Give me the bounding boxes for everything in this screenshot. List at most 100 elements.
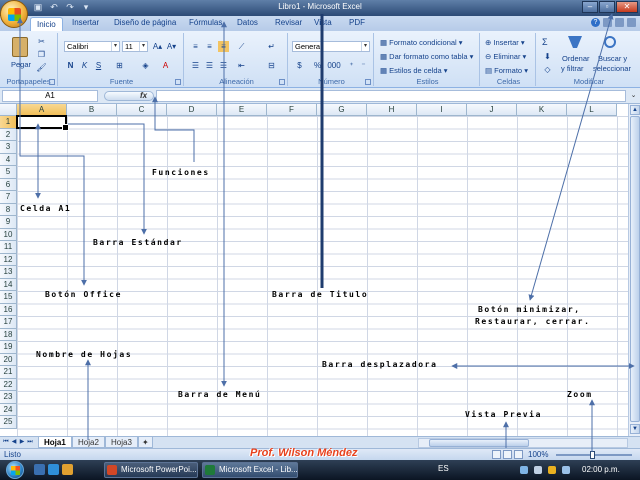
row-header-11[interactable]: 11 [0, 241, 17, 254]
column-header-c[interactable]: C [117, 104, 167, 116]
tab-diseno-pagina[interactable]: Diseño de página [114, 18, 176, 27]
merge-icon[interactable]: ⊟ [266, 60, 277, 71]
workbook-close-icon[interactable] [627, 18, 636, 27]
format-table-button[interactable]: ▦ Dar formato como tabla ▾ [380, 52, 473, 61]
column-header-h[interactable]: H [367, 104, 417, 116]
row-header-21[interactable]: 21 [0, 366, 17, 379]
column-header-l[interactable]: L [567, 104, 617, 116]
row-header-12[interactable]: 12 [0, 253, 17, 266]
fill-icon[interactable]: ⬇ [542, 51, 553, 62]
row-header-5[interactable]: 5 [0, 166, 17, 179]
row-header-8[interactable]: 8 [0, 203, 17, 216]
minimize-icon[interactable]: – [582, 1, 598, 13]
indent-icon[interactable]: ⇤ [236, 60, 247, 71]
align-right-icon[interactable]: ☰ [218, 60, 229, 71]
formula-input[interactable] [156, 90, 626, 102]
underline-button[interactable]: S [93, 60, 104, 71]
column-header-b[interactable]: B [67, 104, 117, 116]
tray-app-icon[interactable] [562, 466, 570, 474]
tab-datos[interactable]: Datos [237, 18, 258, 27]
first-sheet-icon[interactable]: ⏮ [2, 438, 10, 447]
orientation-icon[interactable]: ⟋ [236, 41, 247, 52]
find-label-2[interactable]: seleccionar [593, 64, 631, 73]
help-icon[interactable]: ? [591, 18, 600, 27]
launcher-icon[interactable] [49, 79, 55, 85]
fill-color-icon[interactable]: ◈ [140, 60, 151, 71]
row-header-2[interactable]: 2 [0, 128, 17, 141]
row-header-19[interactable]: 19 [0, 341, 17, 354]
sheet-tab-hoja3[interactable]: Hoja3 [105, 437, 138, 448]
launcher-icon[interactable] [175, 79, 181, 85]
format-painter-icon[interactable]: 🖌 [36, 62, 47, 73]
workbook-minimize-icon[interactable] [603, 18, 612, 27]
row-header-13[interactable]: 13 [0, 266, 17, 279]
normal-view-icon[interactable] [492, 450, 501, 459]
tab-pdf[interactable]: PDF [349, 18, 365, 27]
expand-formula-icon[interactable]: ⌄ [629, 91, 638, 101]
new-sheet-icon[interactable]: ✦ [138, 437, 153, 448]
font-size-select[interactable]: 11 ▾ [122, 41, 148, 52]
align-left-icon[interactable]: ☰ [190, 60, 201, 71]
cells-area[interactable] [17, 116, 628, 436]
clear-icon[interactable]: ◇ [542, 64, 553, 75]
tab-insertar[interactable]: Insertar [72, 18, 99, 27]
borders-icon[interactable]: ⊞ [114, 60, 125, 71]
office-button[interactable] [0, 0, 28, 28]
row-header-17[interactable]: 17 [0, 316, 17, 329]
number-format-select[interactable]: General ▾ [292, 41, 370, 52]
next-sheet-icon[interactable]: ▶ [18, 438, 26, 447]
column-header-g[interactable]: G [317, 104, 367, 116]
sort-label-1[interactable]: Ordenar [562, 54, 590, 63]
sort-filter-icon[interactable] [568, 36, 582, 50]
column-header-f[interactable]: F [267, 104, 317, 116]
conditional-format-button[interactable]: ▦ Formato condicional ▾ [380, 38, 463, 47]
bold-button[interactable]: N [65, 60, 76, 71]
zoom-slider-knob[interactable] [590, 451, 595, 459]
horizontal-scroll-thumb[interactable] [429, 439, 529, 447]
row-header-25[interactable]: 25 [0, 416, 17, 429]
active-cell-a1[interactable] [16, 115, 69, 131]
font-family-select[interactable]: Calibri ▾ [64, 41, 120, 52]
autosum-button[interactable]: Σ [542, 37, 548, 47]
thousands-button[interactable]: 000 [326, 60, 342, 71]
show-desktop-icon[interactable] [34, 464, 45, 475]
horizontal-scrollbar[interactable] [418, 438, 628, 448]
italic-button[interactable]: K [79, 60, 90, 71]
task-powerpoint[interactable]: Microsoft PowerPoi... [104, 462, 198, 478]
align-top-icon[interactable]: ≡ [190, 41, 201, 52]
wrap-text-icon[interactable]: ↵ [266, 41, 277, 52]
volume-icon[interactable] [534, 466, 542, 474]
column-header-i[interactable]: I [417, 104, 467, 116]
cut-icon[interactable]: ✂ [36, 36, 47, 47]
column-header-e[interactable]: E [217, 104, 267, 116]
page-layout-view-icon[interactable] [503, 450, 512, 459]
last-sheet-icon[interactable]: ⏭ [26, 438, 34, 447]
percent-button[interactable]: % [312, 60, 323, 71]
restore-icon[interactable]: ▫ [599, 1, 615, 13]
row-header-24[interactable]: 24 [0, 403, 17, 416]
row-header-1[interactable]: 1 [0, 116, 17, 129]
scroll-up-icon[interactable]: ▲ [630, 105, 640, 115]
find-label-1[interactable]: Buscar y [598, 54, 627, 63]
row-header-16[interactable]: 16 [0, 303, 17, 316]
ie-icon[interactable] [48, 464, 59, 475]
sheet-tab-hoja1[interactable]: Hoja1 [38, 437, 72, 448]
row-header-23[interactable]: 23 [0, 391, 17, 404]
align-center-icon[interactable]: ☰ [204, 60, 215, 71]
row-header-4[interactable]: 4 [0, 153, 17, 166]
font-color-icon[interactable]: A [160, 60, 171, 71]
paste-icon[interactable] [12, 37, 28, 57]
row-header-14[interactable]: 14 [0, 278, 17, 291]
find-icon[interactable] [604, 36, 616, 48]
row-header-3[interactable]: 3 [0, 141, 17, 154]
align-middle-icon[interactable]: ≡ [204, 41, 215, 52]
workbook-restore-icon[interactable] [615, 18, 624, 27]
tab-revisar[interactable]: Revisar [275, 18, 302, 27]
launcher-icon[interactable] [279, 79, 285, 85]
paste-label[interactable]: Pegar [11, 60, 31, 69]
page-break-view-icon[interactable] [514, 450, 523, 459]
currency-button[interactable]: $ [294, 60, 305, 71]
close-icon[interactable]: ✕ [616, 1, 638, 13]
align-bottom-icon[interactable]: ≡ [218, 41, 229, 52]
delete-cells-button[interactable]: ⊖ Eliminar ▾ [485, 52, 526, 61]
